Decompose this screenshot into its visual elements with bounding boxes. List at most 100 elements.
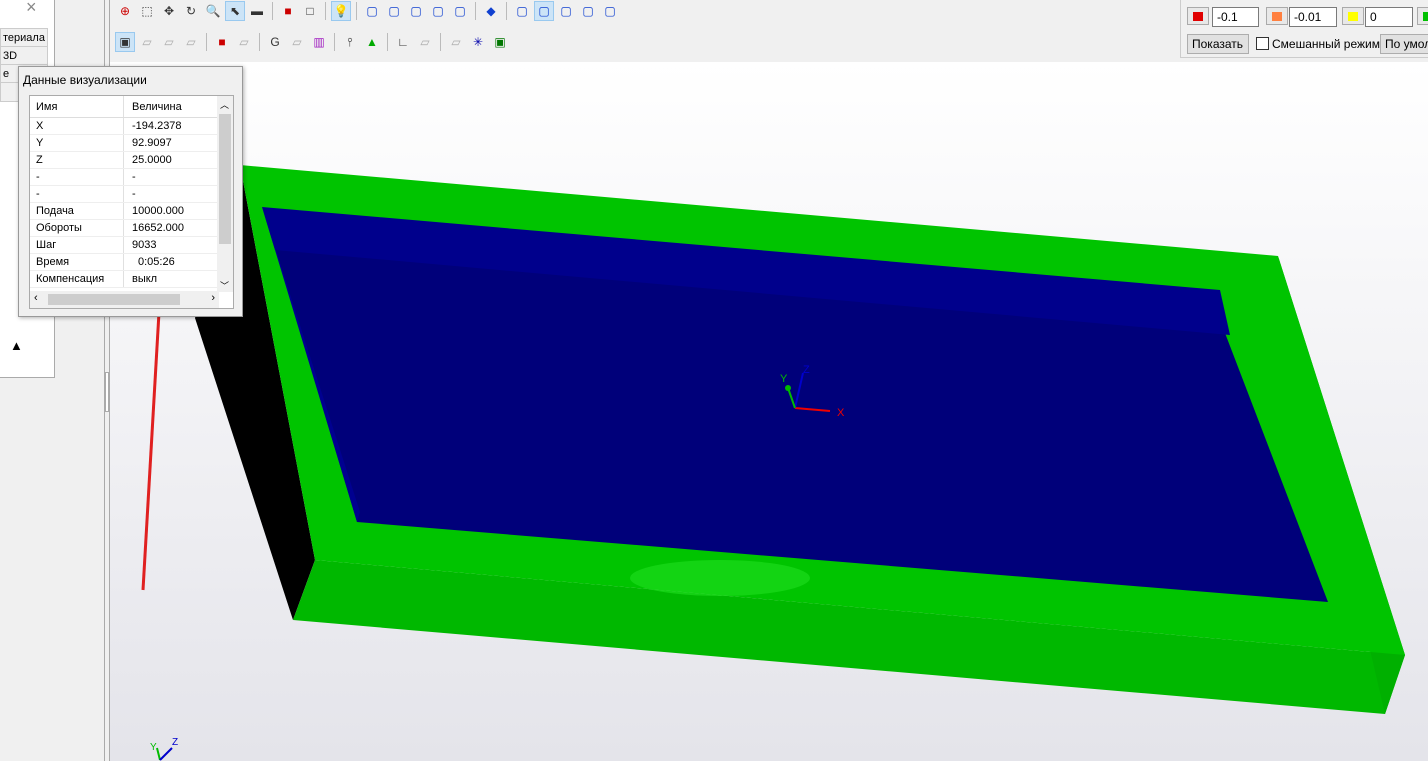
cube-gray-icon[interactable]: □ [300, 1, 320, 21]
table-row[interactable]: Обороты 16652.000 [30, 220, 233, 237]
pan-icon[interactable]: ✥ [159, 1, 179, 21]
cone-icon[interactable]: ▲ [362, 32, 382, 52]
visualization-data-panel: Данные визуализации Имя Величина X -194.2… [18, 66, 243, 317]
ruler-icon[interactable]: ▬ [247, 1, 267, 21]
axis-z-label: Z [803, 364, 810, 376]
cube-red-icon[interactable]: ■ [278, 1, 298, 21]
view-a-icon[interactable]: ▢ [512, 1, 532, 21]
threshold-red-input[interactable]: -0.1 [1212, 7, 1259, 27]
zoom-target-icon[interactable]: ⊕ [115, 1, 135, 21]
zoom-window-icon[interactable]: ⬚ [137, 1, 157, 21]
show-button[interactable]: Показать [1187, 34, 1249, 54]
step-3-icon[interactable]: ▱ [181, 32, 201, 52]
panel-title: Данные визуализации [23, 73, 147, 87]
rainbow-icon[interactable]: ▥ [309, 32, 329, 52]
view-c-icon[interactable]: ▢ [556, 1, 576, 21]
threshold-orange-input[interactable]: -0.01 [1289, 7, 1337, 27]
red-part-icon[interactable]: ■ [212, 32, 232, 52]
gray-part-icon[interactable]: ▱ [234, 32, 254, 52]
row-name: X [30, 118, 124, 134]
step-1-icon[interactable]: ▱ [137, 32, 157, 52]
table-row[interactable]: Компенсация выкл [30, 271, 233, 288]
toolbar-separator [387, 33, 388, 51]
mixed-mode-checkbox[interactable] [1256, 37, 1269, 50]
toolbar-separator [325, 2, 326, 20]
row-name: Шаг [30, 237, 124, 253]
toolbar-simulation: ▣ ▱ ▱ ▱ ■ ▱ G ▱ ▥ ⫯ ▲ ∟ ▱ ▱ ✳ ▣ [115, 32, 510, 52]
gray-d-icon[interactable]: ▱ [446, 32, 466, 52]
tool-icon[interactable]: ⫯ [340, 32, 360, 52]
row-value: 9033 [132, 239, 157, 251]
column-value[interactable]: Величина [124, 96, 182, 117]
axis-triad-corner: Y Z [150, 737, 178, 761]
row-value: выкл [132, 273, 158, 285]
color-orange-button[interactable] [1266, 7, 1288, 25]
row-name: - [30, 169, 124, 185]
table-row[interactable]: X -194.2378 [30, 118, 233, 135]
table-row[interactable]: Z 25.0000 [30, 152, 233, 169]
close-icon[interactable]: × [26, 0, 37, 18]
table-row[interactable]: -- [30, 186, 233, 203]
color-yellow-button[interactable] [1342, 7, 1364, 25]
shaded-cube-icon[interactable]: ▣ [115, 32, 135, 52]
rotate-icon[interactable]: ↻ [181, 1, 201, 21]
3d-model: X Z Y Y Z [110, 165, 1405, 761]
svg-text:Z: Z [172, 737, 178, 748]
3d-viewport[interactable]: X Z Y Y Z [110, 62, 1428, 761]
refresh-icon[interactable]: G [265, 32, 285, 52]
gray-c-icon[interactable]: ▱ [415, 32, 435, 52]
column-name[interactable]: Имя [30, 96, 124, 117]
select-icon[interactable]: ⬉ [225, 1, 245, 21]
monitor-icon[interactable]: ▣ [490, 32, 510, 52]
view-e-icon[interactable]: ▢ [600, 1, 620, 21]
view-1-icon[interactable]: ▢ [362, 1, 382, 21]
tab-3d[interactable]: 3D [0, 46, 48, 66]
table-row[interactable]: Y 92.9097 [30, 135, 233, 152]
table-row[interactable]: Подача 10000.000 [30, 203, 233, 220]
table-row[interactable]: Шаг 9033 [30, 237, 233, 254]
horizontal-scrollbar[interactable]: ‹ › [30, 291, 219, 308]
row-name: Подача [30, 203, 124, 219]
color-green-button[interactable] [1417, 7, 1428, 25]
row-name: Z [30, 152, 124, 168]
axes-icon[interactable]: ∟ [393, 32, 413, 52]
threshold-yellow-input[interactable]: 0 [1365, 7, 1413, 27]
toolbar-view: ⊕ ⬚ ✥ ↻ 🔍 ⬉ ▬ ■ □ 💡 ▢ ▢ ▢ ▢ ▢ ◆ ▢ ▢ ▢ ▢ ▢ [115, 1, 620, 21]
view-5-icon[interactable]: ▢ [450, 1, 470, 21]
iso-cube-icon[interactable]: ◆ [481, 1, 501, 21]
row-value: -194.2378 [132, 120, 182, 132]
view-3-icon[interactable]: ▢ [406, 1, 426, 21]
stars-icon[interactable]: ✳ [468, 32, 488, 52]
row-name: Компенсация [30, 271, 124, 287]
toolbar-separator [506, 2, 507, 20]
color-red-button[interactable] [1187, 7, 1209, 25]
mixed-mode-label: Смешанный режим [1272, 37, 1380, 51]
vertical-scrollbar[interactable]: ︿ ﹀ [217, 96, 233, 292]
row-value: - [132, 171, 136, 183]
light-icon[interactable]: 💡 [331, 1, 351, 21]
row-value: 25.0000 [132, 154, 172, 166]
table-row[interactable]: Время 0:05:26 [30, 254, 233, 271]
zoom-dynamic-icon[interactable]: 🔍 [203, 1, 223, 21]
row-value: 92.9097 [132, 137, 172, 149]
up-arrow-icon[interactable]: ▲ [10, 338, 23, 353]
toolbar-separator [475, 2, 476, 20]
data-grid: Имя Величина X -194.2378 Y 92.9097 Z 25.0000-… [29, 95, 234, 309]
row-name: Время [30, 254, 124, 270]
axis-y-label: Y [780, 373, 788, 385]
toolbar-separator [334, 33, 335, 51]
step-2-icon[interactable]: ▱ [159, 32, 179, 52]
toolbar-separator [272, 2, 273, 20]
row-name: Y [30, 135, 124, 151]
row-name: Обороты [30, 220, 124, 236]
view-d-icon[interactable]: ▢ [578, 1, 598, 21]
grid-header: Имя Величина [30, 96, 233, 118]
default-button[interactable]: По умолчанию [1380, 34, 1428, 54]
tab-material[interactable]: териала [0, 28, 48, 48]
gray-b-icon[interactable]: ▱ [287, 32, 307, 52]
table-row[interactable]: -- [30, 169, 233, 186]
view-b-icon[interactable]: ▢ [534, 1, 554, 21]
view-4-icon[interactable]: ▢ [428, 1, 448, 21]
row-value: 10000.000 [132, 205, 184, 217]
view-2-icon[interactable]: ▢ [384, 1, 404, 21]
